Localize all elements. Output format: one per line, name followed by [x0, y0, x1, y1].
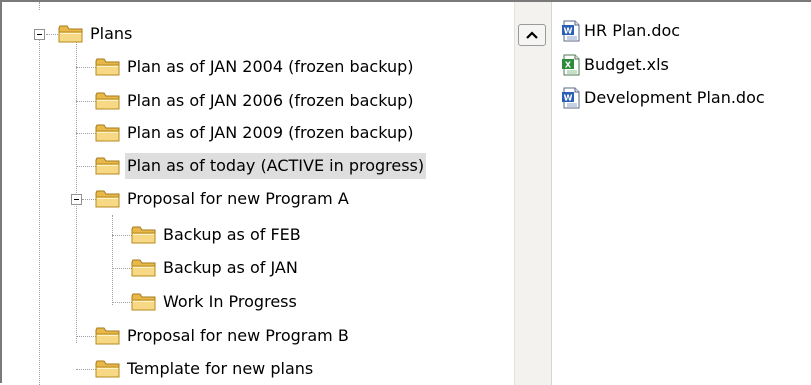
folder-icon [95, 156, 121, 176]
tree-guide-line [76, 369, 96, 370]
file-item-budget[interactable]: Budget.xls [561, 52, 669, 78]
folder-icon [131, 292, 157, 312]
tree-item-label: Proposal for new Program A [127, 189, 349, 208]
file-list-pane: HR Plan.doc Budget.xls Development Plan.… [553, 2, 811, 385]
tree-item-proposal-program-b[interactable]: Proposal for new Program B [95, 321, 351, 351]
file-item-label: Budget.xls [584, 55, 669, 74]
tree-item-label: Plan as of JAN 2009 (frozen backup) [127, 123, 414, 142]
folder-icon [95, 326, 121, 346]
tree-item-proposal-program-a[interactable]: Proposal for new Program A [95, 184, 351, 214]
tree-guide-line [112, 302, 132, 303]
tree-item-label: Template for new plans [127, 359, 314, 378]
tree-guide-line [76, 42, 77, 343]
tree-item-label: Work In Progress [163, 292, 297, 311]
tree-item-backup-jan[interactable]: Backup as of JAN [131, 253, 300, 283]
tree-item-plan-jan-2006[interactable]: Plan as of JAN 2006 (frozen backup) [95, 86, 416, 116]
tree-item-label: Plan as of JAN 2006 (frozen backup) [127, 91, 414, 110]
folder-icon [95, 123, 121, 143]
tree-guide-line [76, 336, 96, 337]
tree-item-template-new-plans[interactable]: Template for new plans [95, 354, 315, 384]
collapse-toggle-program-a[interactable] [71, 194, 82, 205]
tree-guide-line [112, 215, 113, 305]
tree-item-backup-feb[interactable]: Backup as of FEB [131, 220, 303, 250]
folder-open-icon [95, 189, 121, 209]
folder-tree-pane: Plans Plan as of JAN 2004 (frozen backup… [2, 2, 514, 385]
tree-guide-line [39, 39, 40, 385]
tree-guide-line [76, 133, 96, 134]
tree-item-label: Backup as of FEB [163, 225, 301, 244]
file-item-label: HR Plan.doc [584, 21, 681, 40]
vertical-scrollbar[interactable] [514, 2, 552, 385]
explorer-window: Plans Plan as of JAN 2004 (frozen backup… [0, 0, 811, 385]
folder-icon [131, 258, 157, 278]
folder-icon [95, 359, 121, 379]
chevron-up-icon [526, 31, 538, 39]
tree-guide-line [76, 166, 96, 167]
tree-guide-line [39, 2, 40, 10]
tree-guide-line [112, 235, 132, 236]
tree-item-plan-today[interactable]: Plan as of today (ACTIVE in progress) [95, 151, 427, 181]
excel-xls-icon [561, 54, 581, 76]
file-item-hr-plan[interactable]: HR Plan.doc [561, 18, 680, 44]
folder-open-icon [58, 24, 84, 44]
tree-item-plan-jan-2004[interactable]: Plan as of JAN 2004 (frozen backup) [95, 52, 416, 82]
word-doc-icon [561, 20, 581, 42]
file-item-development-plan[interactable]: Development Plan.doc [561, 85, 765, 111]
tree-guide-line [76, 67, 96, 68]
tree-item-work-in-progress[interactable]: Work In Progress [131, 287, 299, 317]
tree-item-label: Plan as of today (ACTIVE in progress) [125, 153, 427, 179]
word-doc-icon [561, 87, 581, 109]
folder-icon [95, 91, 121, 111]
tree-guide-line [82, 199, 96, 200]
file-item-label: Development Plan.doc [584, 88, 765, 107]
tree-item-label: Backup as of JAN [163, 258, 298, 277]
tree-guide-line [112, 268, 132, 269]
folder-icon [95, 57, 121, 77]
tree-item-plan-jan-2009[interactable]: Plan as of JAN 2009 (frozen backup) [95, 118, 416, 148]
tree-item-label: Plans [90, 24, 133, 43]
collapse-toggle-plans[interactable] [34, 29, 45, 40]
folder-icon [131, 225, 157, 245]
tree-guide-line [76, 101, 96, 102]
tree-item-label: Proposal for new Program B [127, 326, 349, 345]
tree-item-plans[interactable]: Plans [58, 19, 134, 49]
tree-item-label: Plan as of JAN 2004 (frozen backup) [127, 57, 414, 76]
scroll-up-button[interactable] [518, 24, 546, 46]
